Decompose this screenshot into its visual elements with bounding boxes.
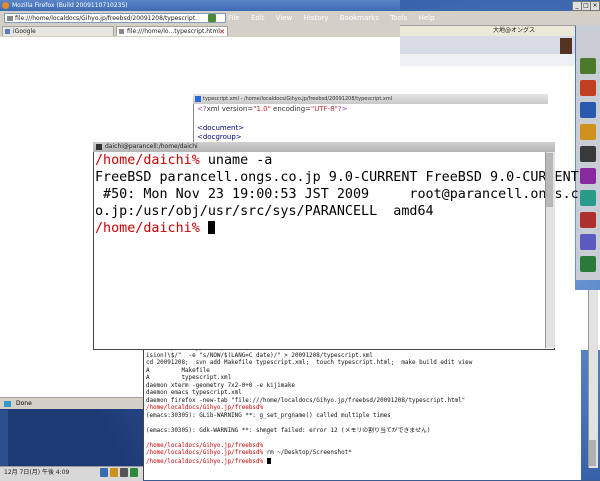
terminal-output-line: o.jp:/usr/obj/usr/src/sys/PARANCELL amd6… xyxy=(95,204,434,219)
xml-decl-enc-val: "UTF-8" xyxy=(311,105,338,113)
xml-decl-open: <? xyxy=(197,105,207,113)
terminal-scroll-thumb[interactable] xyxy=(546,153,553,207)
xml-decl-version: "1.0" xyxy=(253,105,271,113)
tab-typescript[interactable]: file:///home/lo...typescript.html ✕ xyxy=(116,26,228,36)
xml-decl-close: ?> xyxy=(337,105,348,113)
terminal-line: (emacs:30305): Gdk-WARNING **: shmget fa… xyxy=(146,427,431,434)
dock-app-icon[interactable] xyxy=(580,190,596,206)
terminal-line: daemon xterm -geometry 7x2-0+0 -e kijima… xyxy=(146,382,295,389)
terminal-output-line: FreeBSD parancell.ongs.co.jp 9.0-CURRENT… xyxy=(95,170,579,185)
terminal-prompt: /home/localdocs/Gihyo.jp/freebsd% xyxy=(146,405,264,411)
terminal-icon xyxy=(96,144,102,150)
xml-editor-title: typescript.xml - /home/localdocs/Gihyo.j… xyxy=(203,96,393,102)
terminal-line: daemon emacs typescript.xml xyxy=(146,390,242,396)
menu-bookmarks[interactable]: Bookmarks xyxy=(340,14,379,22)
page-icon xyxy=(119,29,124,34)
background-window-header: 大地@オングス xyxy=(400,25,575,36)
dock-app-icon[interactable] xyxy=(580,58,596,74)
small-terminal-output: cat template/Makefile | sed -e "s/USER/\… xyxy=(146,330,586,466)
terminal-cursor xyxy=(207,221,215,234)
terminal-line: A Makefile xyxy=(146,367,210,374)
background-window-toolbar xyxy=(400,36,575,54)
firefox-title: Mozilla Firefox (Build 2009110710235) xyxy=(12,2,128,9)
terminal-prompt: /home/localdocs/Gihyo.jp/freebsd% xyxy=(146,458,264,465)
terminal-title: daichi@parancell:/home/daichi xyxy=(105,143,198,150)
tab-label: file:///home/lo...typescript.html xyxy=(127,28,220,35)
network-icon[interactable] xyxy=(100,468,108,477)
terminal-line: ision)\$/" -e "s/NOW/$(LANG=C date)/" > … xyxy=(146,352,373,359)
clock[interactable]: 12月 7日(月) 午後 4:09 xyxy=(4,467,69,479)
terminal-prompt: /home/localdocs/Gihyo.jp/freebsd% xyxy=(146,442,264,449)
firefox-tabstrip: iGoogle file:///home/lo...typescript.htm… xyxy=(0,25,400,37)
keyboard-icon[interactable] xyxy=(120,468,128,477)
dock-app-icon[interactable] xyxy=(580,80,596,96)
terminal-command: uname -a xyxy=(199,153,273,168)
url-text: file:///home/localdocs/Gihyo.jp/freebsd/… xyxy=(15,15,197,22)
firefox-menubar: File Edit View History Bookmarks Tools H… xyxy=(228,12,444,24)
avatar xyxy=(560,38,572,54)
menu-history[interactable]: History xyxy=(304,14,329,22)
terminal-line: A typescript.xml xyxy=(146,375,232,381)
terminal-titlebar[interactable]: daichi@parancell:/home/daichi xyxy=(93,142,555,152)
dock-app-icon[interactable] xyxy=(580,256,596,272)
terminal-prompt: /home/localdocs/Gihyo.jp/freebsd% xyxy=(146,450,264,456)
terminal-cursor xyxy=(266,457,271,464)
menu-edit[interactable]: Edit xyxy=(251,14,265,22)
tab-igoogle[interactable]: iGoogle xyxy=(2,26,114,36)
page-icon xyxy=(7,16,13,21)
xml-declaration: <?xml version="1.0" encoding="UTF-8"?> xyxy=(197,104,348,114)
xml-decl-enc: encoding= xyxy=(270,105,312,113)
terminal-line: /home/localdocs/Gihyo.jp/freebsd% xyxy=(146,405,586,413)
go-arrow-icon[interactable] xyxy=(208,14,216,22)
terminal-line: (emacs:30305): GLib-WARNING **: g_set_pr… xyxy=(146,412,391,419)
terminal-line: cd 20091208; svn add Makefile typescript… xyxy=(146,360,473,366)
dock-app-icon[interactable] xyxy=(580,124,596,140)
background-window-subbar xyxy=(400,54,575,66)
terminal-line: /home/localdocs/Gihyo.jp/freebsd% rm ~/D… xyxy=(146,450,352,456)
system-tray xyxy=(100,468,140,478)
terminal-line: /home/localdocs/Gihyo.jp/freebsd% xyxy=(146,457,586,467)
dock-app-icon[interactable] xyxy=(580,234,596,250)
left-dock xyxy=(0,410,8,466)
emacs-icon xyxy=(195,96,201,102)
volume-icon[interactable] xyxy=(110,468,118,477)
terminal-line: daemon firefox -new-tab "file:///home/lo… xyxy=(146,397,466,404)
xml-editor-titlebar[interactable]: typescript.xml - /home/localdocs/Gihyo.j… xyxy=(193,94,548,104)
small-terminal-scroll-thumb[interactable] xyxy=(589,440,596,466)
xml-line-docgroup: <docgroup> xyxy=(197,133,242,141)
dock-app-icon[interactable] xyxy=(580,168,596,184)
status-icon xyxy=(4,401,11,407)
menu-tools[interactable]: Tools xyxy=(390,14,407,22)
xml-decl-name: xml version= xyxy=(206,105,254,113)
firefox-icon xyxy=(2,2,9,9)
dock-app-icon[interactable] xyxy=(580,212,596,228)
terminal-prompt: /home/daichi% xyxy=(95,153,200,168)
igoogle-icon xyxy=(5,29,10,34)
xml-line-document: <document> xyxy=(197,124,245,132)
firefox-titlebar[interactable]: Mozilla Firefox (Build 2009110710235) xyxy=(0,0,400,11)
menu-help[interactable]: Help xyxy=(419,14,435,22)
menu-view[interactable]: View xyxy=(276,14,293,22)
dock-app-icon[interactable] xyxy=(580,146,596,162)
menu-file[interactable]: File xyxy=(228,14,240,22)
dock-app-icon[interactable] xyxy=(580,102,596,118)
terminal-output: /home/daichi% uname -a FreeBSD parancell… xyxy=(95,152,579,237)
status-text: Done xyxy=(16,400,32,407)
close-icon[interactable]: × xyxy=(590,1,600,11)
url-input[interactable]: file:///home/localdocs/Gihyo.jp/freebsd/… xyxy=(4,13,226,23)
window-controls: _ □ × xyxy=(572,0,600,12)
terminal-prompt: /home/daichi% xyxy=(95,221,200,236)
close-tab-icon[interactable]: ✕ xyxy=(219,27,225,37)
tab-label: iGoogle xyxy=(13,28,36,35)
terminal-line: /home/localdocs/Gihyo.jp/freebsd% xyxy=(146,443,586,451)
battery-icon[interactable] xyxy=(130,468,138,477)
terminal-output-line: #50: Mon Nov 23 19:00:53 JST 2009 root@p… xyxy=(95,187,579,202)
